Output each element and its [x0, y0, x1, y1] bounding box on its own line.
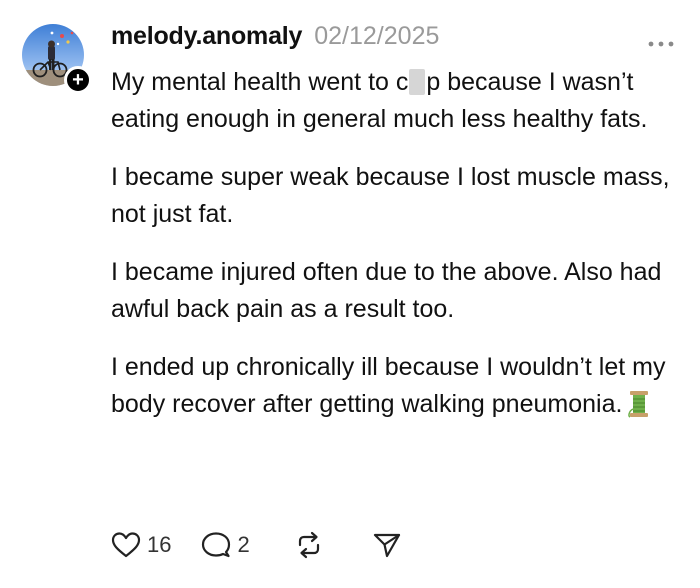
post-paragraph-text: I ended up chronically ill because I wou… [111, 353, 666, 418]
post-card: + melody.anomaly 02/12/2025 My mental he… [0, 0, 700, 588]
censor-block [409, 69, 426, 95]
like-button[interactable]: 16 [111, 531, 171, 559]
post-paragraph-text-start: My mental health went to c [111, 68, 409, 96]
post-actions: 16 2 [111, 527, 402, 563]
post-date: 02/12/2025 [314, 22, 440, 50]
repost-button[interactable] [294, 531, 324, 559]
share-button[interactable] [372, 531, 402, 559]
post-paragraph: I became injured often due to the above.… [111, 258, 662, 323]
post-paragraph: I became super weak because I lost muscl… [111, 163, 670, 228]
follow-button[interactable]: + [64, 66, 92, 94]
post-body: My mental health went to cp because I wa… [111, 64, 691, 450]
more-options-button[interactable] [646, 36, 676, 47]
post-header: melody.anomaly 02/12/2025 [111, 22, 439, 51]
post-paragraph: My mental health went to cp because I wa… [111, 64, 691, 138]
avatar-container[interactable]: + [22, 24, 92, 94]
like-count: 16 [147, 532, 172, 557]
ellipsis-icon [648, 41, 674, 47]
repost-icon [298, 531, 319, 559]
thread-spool-icon [628, 390, 650, 429]
plus-icon: + [72, 69, 84, 91]
post-paragraph: I ended up chronically ill because I wou… [111, 349, 691, 429]
reply-button[interactable]: 2 [201, 531, 250, 559]
author-username[interactable]: melody.anomaly [111, 22, 302, 51]
reply-count: 2 [237, 532, 250, 557]
send-icon [373, 533, 400, 558]
speech-bubble-icon [202, 532, 231, 558]
heart-icon [111, 532, 141, 558]
